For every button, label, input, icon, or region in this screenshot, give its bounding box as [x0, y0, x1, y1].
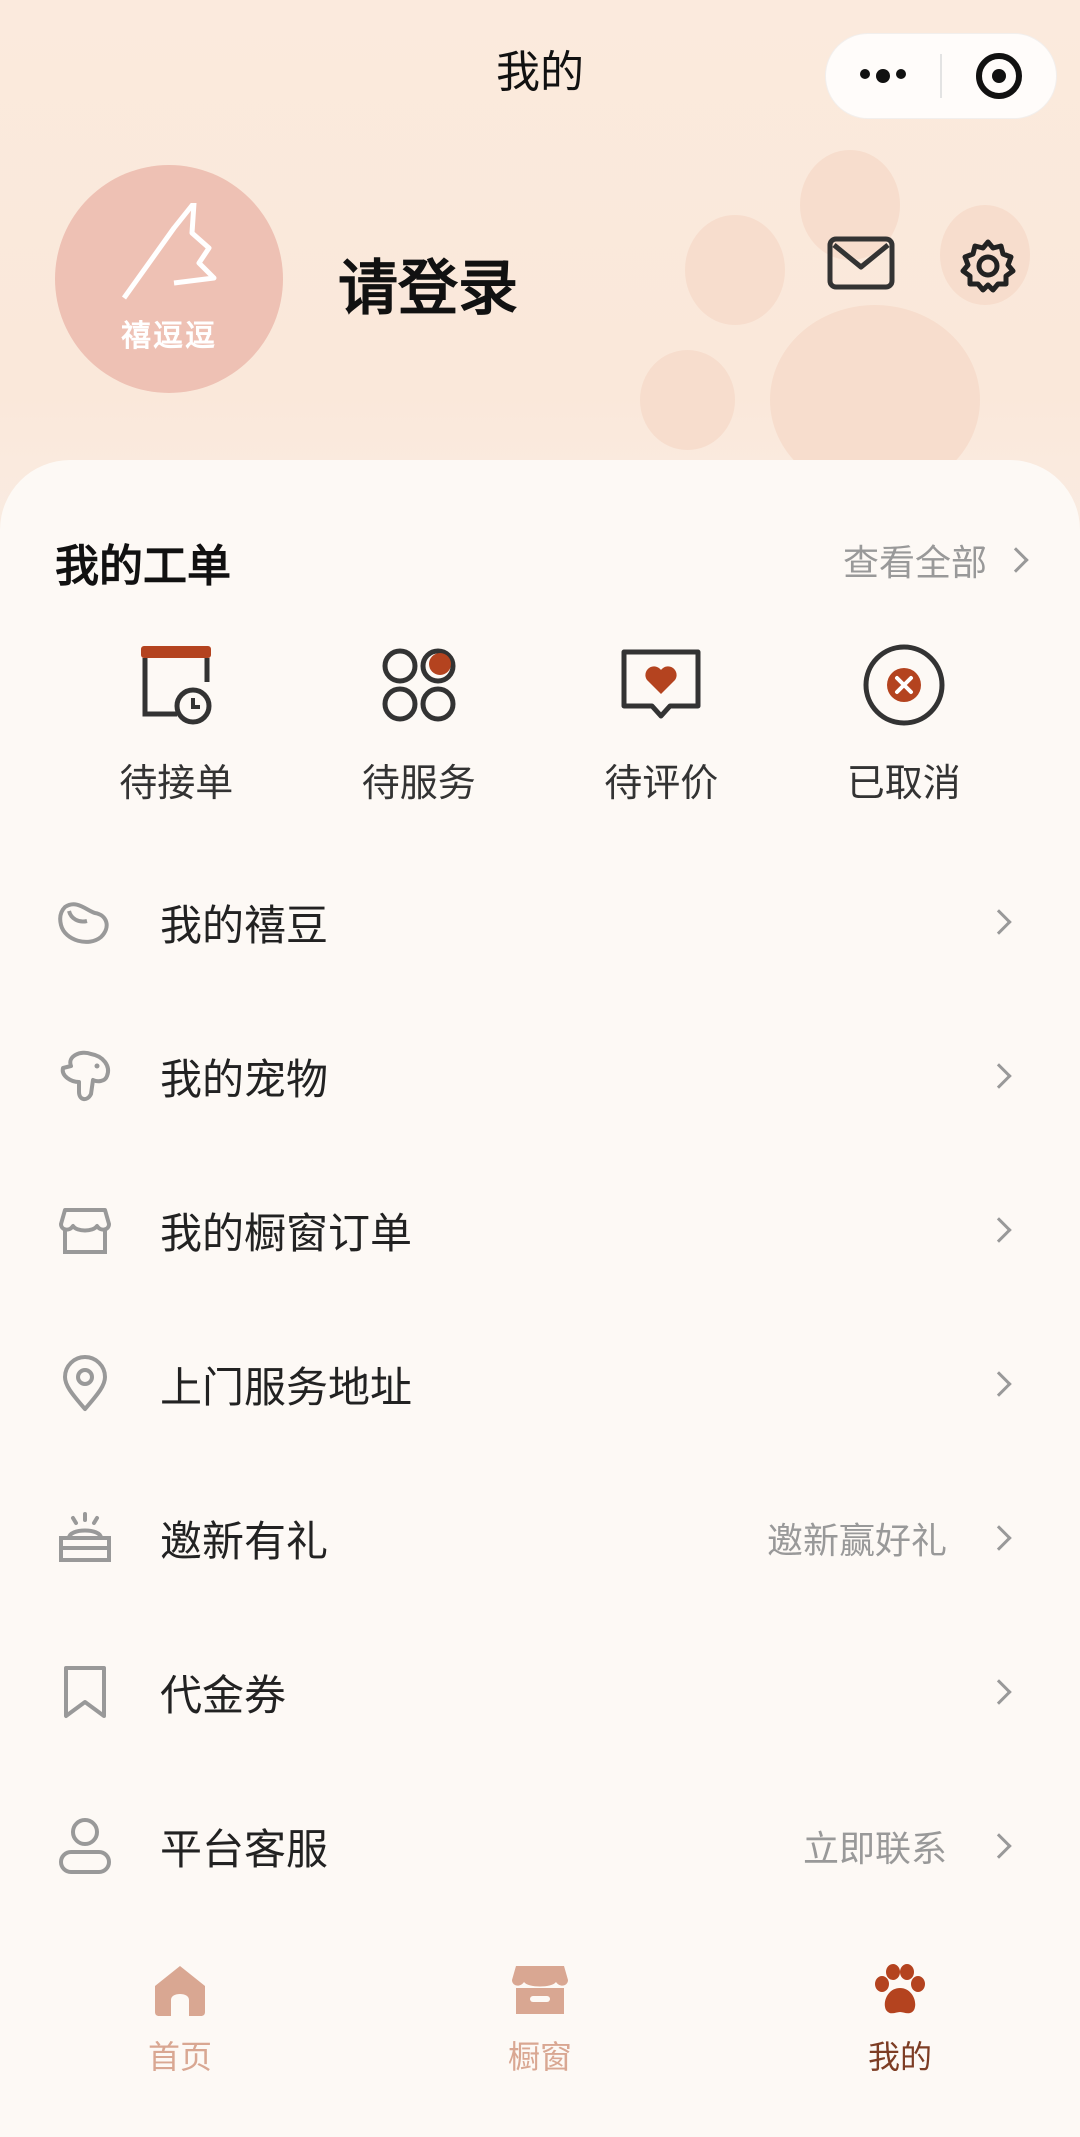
- pending-service-icon: [382, 648, 456, 722]
- menu-item-beans[interactable]: 我的禧豆: [0, 845, 1080, 999]
- menu-label: 我的宠物: [160, 1054, 329, 1104]
- order-pending-accept[interactable]: 待接单: [55, 640, 298, 807]
- pending-accept-icon: [141, 646, 212, 725]
- chevron-right-icon: [986, 909, 1012, 935]
- mail-icon: [827, 236, 895, 290]
- cat-logo-icon: [121, 203, 217, 300]
- bookmark-icon: [64, 1666, 106, 1718]
- order-pending-review[interactable]: 待评价: [540, 640, 783, 807]
- tab-store[interactable]: 橱窗: [360, 1900, 720, 2137]
- orders-header: 我的工单 查看全部: [55, 530, 1029, 592]
- avatar-brand-text: 禧逗逗: [121, 319, 217, 354]
- order-status-grid: 待接单 待服务 待评价 已取消: [55, 640, 1025, 807]
- home-icon: [155, 1966, 205, 2016]
- chevron-right-icon: [986, 1833, 1012, 1859]
- chevron-right-icon: [1003, 547, 1029, 573]
- order-cancelled[interactable]: 已取消: [783, 640, 1026, 807]
- message-button[interactable]: [826, 235, 896, 295]
- gear-icon: [960, 239, 1016, 293]
- store-icon: [512, 1966, 568, 2014]
- pet-icon: [60, 1050, 110, 1101]
- settings-button[interactable]: [960, 238, 1016, 298]
- menu-label: 上门服务地址: [160, 1362, 413, 1412]
- cancelled-icon: [863, 644, 945, 726]
- more-menu-button[interactable]: [826, 34, 940, 118]
- shop-icon: [59, 1208, 111, 1254]
- chevron-right-icon: [986, 1679, 1012, 1705]
- menu-item-pets[interactable]: 我的宠物: [0, 999, 1080, 1153]
- orders-title: 我的工单: [55, 541, 231, 592]
- order-pending-service[interactable]: 待服务: [298, 640, 541, 807]
- settings-menu: 我的禧豆 我的宠物 我的橱窗订单 上门服务地址 邀新有礼 邀新赢好礼 代金券 平…: [0, 845, 1080, 1923]
- bean-icon: [58, 902, 109, 944]
- avatar[interactable]: 禧逗逗: [55, 165, 283, 393]
- mini-program-capsule: [825, 33, 1057, 119]
- menu-label: 平台客服: [160, 1824, 329, 1874]
- more-dots-icon: [860, 69, 906, 83]
- chevron-right-icon: [986, 1371, 1012, 1397]
- target-icon: [976, 53, 1022, 99]
- tab-label: 我的: [867, 2038, 932, 2076]
- tab-mine[interactable]: 我的: [720, 1900, 1080, 2137]
- menu-item-vouchers[interactable]: 代金券: [0, 1615, 1080, 1769]
- menu-label: 邀新有礼: [160, 1516, 329, 1566]
- location-icon: [63, 1355, 107, 1411]
- bottom-tab-bar: 首页 橱窗 我的: [0, 1900, 1080, 2137]
- close-miniprogram-button[interactable]: [942, 34, 1056, 118]
- tab-home[interactable]: 首页: [0, 1900, 360, 2137]
- menu-item-shop-orders[interactable]: 我的橱窗订单: [0, 1153, 1080, 1307]
- menu-item-invite[interactable]: 邀新有礼 邀新赢好礼: [0, 1461, 1080, 1615]
- pending-review-icon: [621, 649, 701, 719]
- paw-icon: [875, 1964, 925, 2014]
- login-prompt[interactable]: 请登录: [338, 240, 518, 327]
- chevron-right-icon: [986, 1217, 1012, 1243]
- menu-extra-text: 立即联系: [802, 1829, 947, 1870]
- chevron-right-icon: [986, 1525, 1012, 1551]
- menu-label: 代金券: [160, 1670, 287, 1720]
- tab-label: 橱窗: [507, 2038, 572, 2076]
- gift-icon: [59, 1512, 111, 1562]
- view-all-label: 查看全部: [842, 543, 987, 584]
- order-label: 待评价: [604, 761, 719, 805]
- tab-label: 首页: [147, 2038, 212, 2076]
- menu-item-address[interactable]: 上门服务地址: [0, 1307, 1080, 1461]
- order-label: 已取消: [846, 761, 961, 805]
- user-icon: [59, 1818, 111, 1874]
- view-all-orders-link[interactable]: 查看全部: [842, 534, 1029, 586]
- order-label: 待接单: [119, 761, 234, 805]
- chevron-right-icon: [986, 1063, 1012, 1089]
- menu-label: 我的禧豆: [160, 900, 329, 950]
- order-label: 待服务: [361, 761, 476, 805]
- menu-extra-text: 邀新赢好礼: [766, 1521, 947, 1562]
- menu-label: 我的橱窗订单: [160, 1208, 413, 1258]
